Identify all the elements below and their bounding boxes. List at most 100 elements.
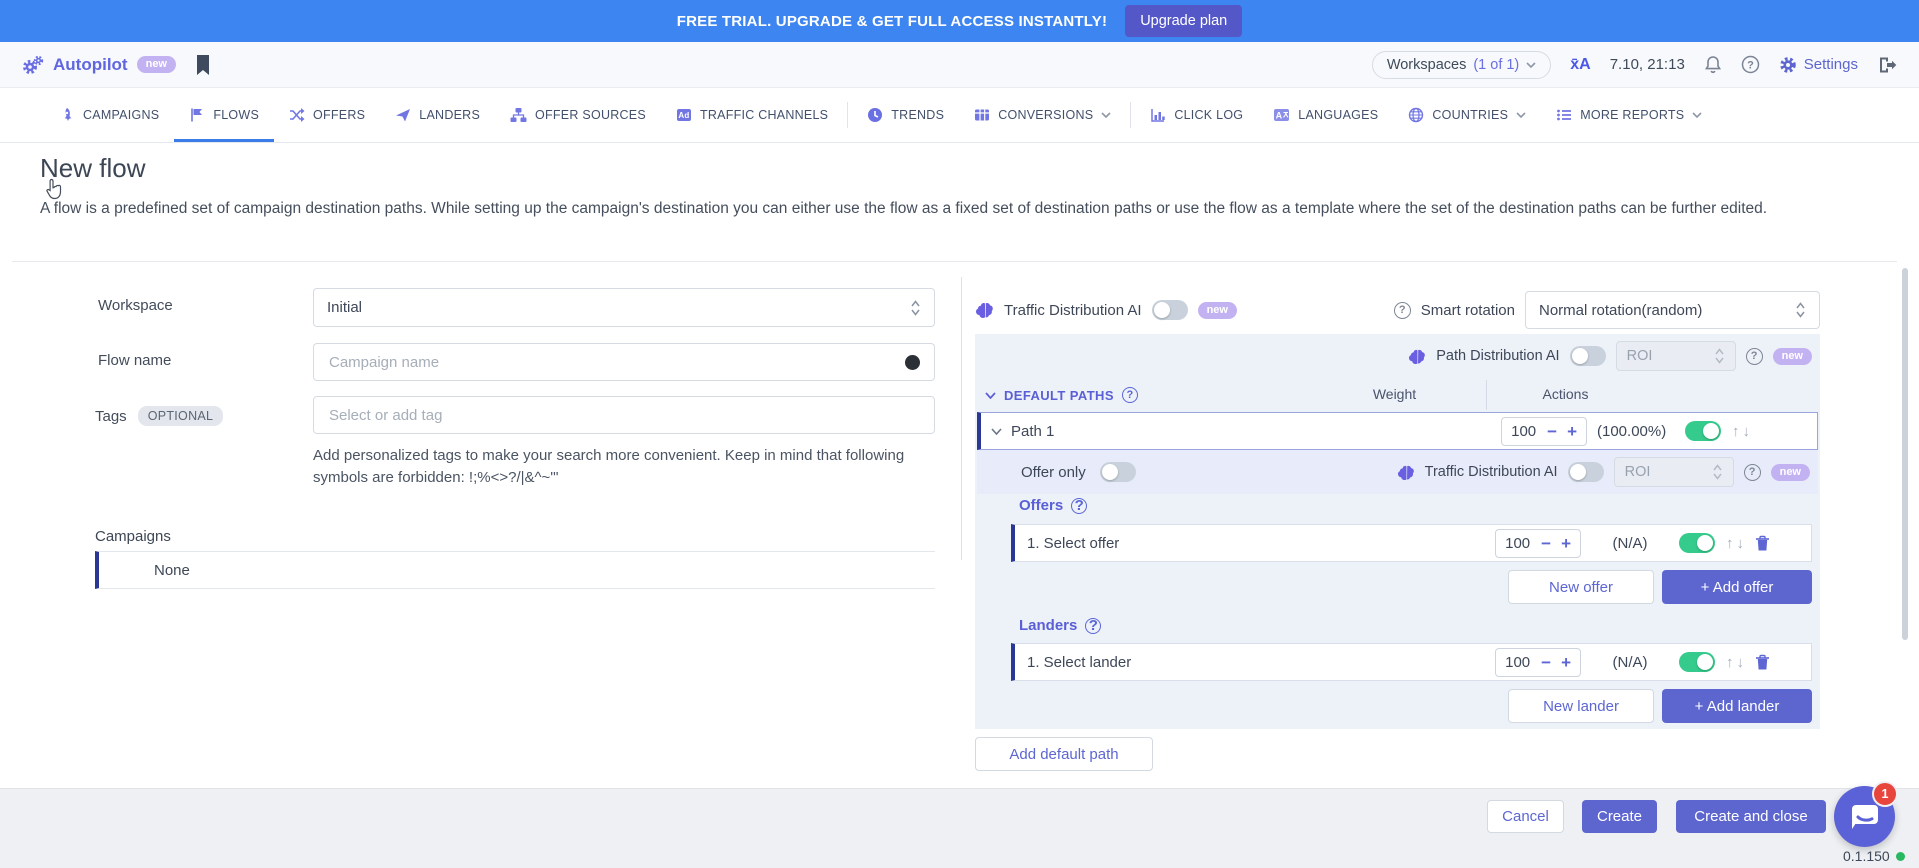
path-ai-toggle[interactable] bbox=[1570, 346, 1606, 366]
chevron-down-icon bbox=[1692, 112, 1702, 118]
ad-icon: Ad bbox=[676, 107, 692, 123]
logout-icon[interactable] bbox=[1877, 56, 1897, 74]
smart-rotation-select[interactable]: Normal rotation(random) bbox=[1525, 291, 1820, 329]
move-up-icon[interactable]: ↑ bbox=[1726, 654, 1734, 671]
lander-weight-value[interactable]: 100 bbox=[1505, 654, 1531, 671]
nav-campaigns[interactable]: CAMPAIGNS bbox=[44, 88, 174, 142]
default-paths-title[interactable]: DEFAULT PATHS bbox=[1004, 388, 1114, 403]
flag-icon bbox=[189, 107, 205, 123]
tags-field-wrap bbox=[313, 396, 935, 434]
new-lander-button[interactable]: New lander bbox=[1508, 689, 1654, 723]
chevron-down-icon bbox=[1526, 62, 1536, 68]
new-offer-button[interactable]: New offer bbox=[1508, 570, 1654, 604]
path-weight-value[interactable]: 100 bbox=[1511, 423, 1537, 440]
path-weight-stepper[interactable]: 100 − + bbox=[1501, 417, 1587, 446]
move-down-icon[interactable]: ↓ bbox=[1737, 654, 1745, 671]
nav-offers[interactable]: OFFERS bbox=[274, 88, 380, 142]
traffic-ai-toggle[interactable] bbox=[1152, 300, 1188, 320]
brand-new-badge: new bbox=[137, 56, 176, 73]
nav-traffic-channels[interactable]: Ad TRAFFIC CHANNELS bbox=[661, 88, 843, 142]
flow-color-dot[interactable] bbox=[905, 355, 920, 370]
trial-banner-message: FREE TRIAL. UPGRADE & GET FULL ACCESS IN… bbox=[677, 13, 1107, 30]
lander-weight-stepper[interactable]: 100 − + bbox=[1495, 648, 1581, 677]
upgrade-plan-button[interactable]: Upgrade plan bbox=[1125, 5, 1242, 37]
lander-enabled-toggle[interactable] bbox=[1679, 652, 1715, 672]
nav-offer-sources[interactable]: OFFER SOURCES bbox=[495, 88, 661, 142]
offer-only-toggle[interactable] bbox=[1100, 462, 1136, 482]
move-up-icon[interactable]: ↑ bbox=[1726, 535, 1734, 552]
nav-languages[interactable]: A LANGUAGES bbox=[1258, 88, 1393, 142]
smart-rotation-help-icon[interactable]: ? bbox=[1394, 302, 1411, 319]
offer-enabled-toggle[interactable] bbox=[1679, 533, 1715, 553]
settings-button[interactable]: Settings bbox=[1779, 56, 1858, 74]
nav-countries[interactable]: COUNTRIES bbox=[1393, 88, 1541, 142]
tags-input[interactable] bbox=[327, 406, 921, 425]
collapse-chevron-icon[interactable] bbox=[991, 428, 1002, 435]
app-version: 0.1.150 bbox=[1843, 848, 1905, 864]
nav-more-reports[interactable]: MORE REPORTS bbox=[1541, 88, 1717, 142]
gear-icon bbox=[1779, 56, 1797, 74]
traffic-distribution-row: Traffic Distribution AI new ? Smart rota… bbox=[975, 290, 1820, 330]
offers-section-title: Offers ? bbox=[1019, 497, 1087, 514]
rocket-icon bbox=[59, 107, 75, 123]
nav-flows[interactable]: FLOWS bbox=[174, 88, 274, 142]
increase-weight-button[interactable]: + bbox=[1561, 654, 1571, 671]
notifications-bell-icon[interactable] bbox=[1704, 55, 1722, 74]
bookmark-icon[interactable] bbox=[195, 54, 211, 76]
increase-weight-button[interactable]: + bbox=[1567, 423, 1577, 440]
move-down-icon[interactable]: ↓ bbox=[1737, 535, 1745, 552]
workspaces-dropdown[interactable]: Workspaces (1 of 1) bbox=[1372, 51, 1551, 79]
translate-icon[interactable]: x̄A bbox=[1570, 56, 1590, 74]
header-datetime: 7.10, 21:13 bbox=[1610, 56, 1685, 73]
path-enabled-toggle[interactable] bbox=[1685, 421, 1721, 441]
smart-rotation-label: Smart rotation bbox=[1421, 302, 1515, 319]
app-header: Autopilot new Workspaces (1 of 1) x̄A 7.… bbox=[0, 42, 1919, 88]
nav-trends[interactable]: TRENDS bbox=[852, 88, 959, 142]
increase-weight-button[interactable]: + bbox=[1561, 535, 1571, 552]
decrease-weight-button[interactable]: − bbox=[1547, 423, 1557, 440]
scrollbar-thumb[interactable] bbox=[1902, 268, 1908, 640]
default-paths-help-icon[interactable]: ? bbox=[1122, 387, 1138, 403]
create-and-close-button[interactable]: Create and close bbox=[1676, 800, 1826, 833]
nav-conversions[interactable]: CONVERSIONS bbox=[959, 88, 1126, 142]
shuffle-icon bbox=[289, 107, 305, 123]
nav-click-log[interactable]: CLICK LOG bbox=[1135, 88, 1258, 142]
add-offer-button[interactable]: + Add offer bbox=[1662, 570, 1812, 604]
nav-divider bbox=[1130, 102, 1131, 128]
path-traffic-ai-toggle[interactable] bbox=[1568, 462, 1604, 482]
move-up-icon[interactable]: ↑ bbox=[1732, 423, 1740, 440]
landers-help-icon[interactable]: ? bbox=[1085, 618, 1101, 634]
svg-text:Ad: Ad bbox=[678, 111, 689, 120]
move-down-icon[interactable]: ↓ bbox=[1743, 423, 1751, 440]
offer-weight-stepper[interactable]: 100 − + bbox=[1495, 529, 1581, 558]
svg-text:A: A bbox=[1276, 111, 1283, 121]
create-button[interactable]: Create bbox=[1582, 800, 1657, 833]
lander-row-label[interactable]: 1. Select lander bbox=[1027, 654, 1131, 671]
offer-weight-value[interactable]: 100 bbox=[1505, 535, 1531, 552]
path-ai-help-icon[interactable]: ? bbox=[1746, 348, 1763, 365]
trash-icon[interactable] bbox=[1755, 535, 1770, 552]
workspace-select-value: Initial bbox=[327, 299, 362, 316]
flow-name-input[interactable] bbox=[327, 353, 921, 372]
chat-bubble-icon bbox=[1849, 802, 1881, 831]
offer-only-row: Offer only Traffic Distribution AI ROI ?… bbox=[977, 450, 1818, 494]
path-traffic-ai-metric-select: ROI bbox=[1614, 457, 1734, 487]
offer-buttons-row: New offer + Add offer bbox=[1508, 570, 1812, 604]
workspace-select[interactable]: Initial bbox=[313, 288, 935, 327]
chat-widget-button[interactable]: 1 bbox=[1834, 786, 1895, 847]
trash-icon[interactable] bbox=[1755, 654, 1770, 671]
offer-row-label[interactable]: 1. Select offer bbox=[1027, 535, 1119, 552]
add-default-path-button[interactable]: Add default path bbox=[975, 737, 1153, 771]
decrease-weight-button[interactable]: − bbox=[1541, 654, 1551, 671]
autopilot-brand-link[interactable]: Autopilot bbox=[53, 55, 128, 75]
cancel-button[interactable]: Cancel bbox=[1487, 800, 1564, 833]
path-traffic-ai-help-icon[interactable]: ? bbox=[1744, 464, 1761, 481]
collapse-chevron-icon[interactable] bbox=[985, 392, 996, 399]
settings-label: Settings bbox=[1804, 56, 1858, 73]
help-circle-icon[interactable]: ? bbox=[1741, 55, 1760, 74]
add-lander-button[interactable]: + Add lander bbox=[1662, 689, 1812, 723]
nav-landers[interactable]: LANDERS bbox=[380, 88, 495, 142]
path-name[interactable]: Path 1 bbox=[1011, 423, 1054, 440]
offers-help-icon[interactable]: ? bbox=[1071, 498, 1087, 514]
decrease-weight-button[interactable]: − bbox=[1541, 535, 1551, 552]
